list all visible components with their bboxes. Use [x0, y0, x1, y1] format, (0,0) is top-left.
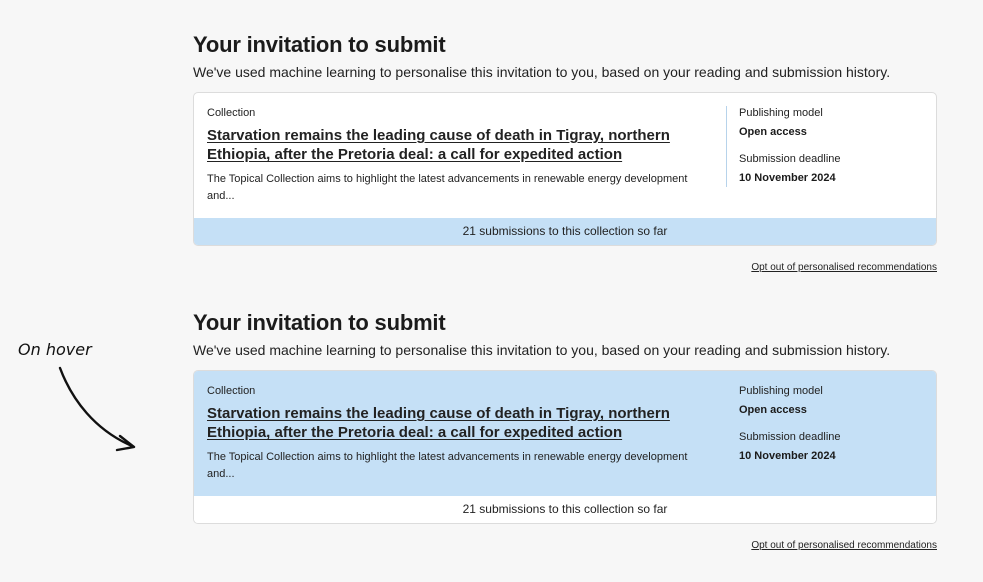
collection-description: The Topical Collection aims to highlight…: [207, 173, 688, 202]
card-body[interactable]: Collection Starvation remains the leadin…: [194, 93, 936, 218]
card-divider: [726, 106, 727, 187]
section-heading: Your invitation to submit: [193, 32, 446, 57]
section-heading: Your invitation to submit: [193, 310, 446, 335]
publishing-model-label: Publishing model: [739, 107, 823, 119]
collection-title-link[interactable]: Starvation remains the leading cause of …: [207, 404, 712, 442]
submissions-count-banner: 21 submissions to this collection so far: [194, 496, 936, 523]
submissions-count-banner: 21 submissions to this collection so far: [194, 218, 936, 245]
publishing-model-value: Open access: [739, 404, 807, 416]
invitation-section-hover: Your invitation to submit We've used mac…: [193, 310, 937, 552]
curved-arrow-icon: [58, 366, 136, 452]
submission-deadline-label: Submission deadline: [739, 431, 841, 443]
invitation-card[interactable]: Collection Starvation remains the leadin…: [193, 92, 937, 246]
submission-deadline-value: 10 November 2024: [739, 172, 836, 184]
opt-out-link[interactable]: Opt out of personalised recommendations: [193, 261, 937, 274]
publishing-model-value: Open access: [739, 126, 807, 138]
card-left: Collection Starvation remains the leadin…: [207, 384, 712, 483]
invitation-section-default: Your invitation to submit We've used mac…: [193, 32, 937, 274]
card-kind-label: Collection: [207, 107, 256, 119]
publishing-model-label: Publishing model: [739, 385, 823, 397]
collection-title-link[interactable]: Starvation remains the leading cause of …: [207, 126, 712, 164]
invitation-card-hover[interactable]: Collection Starvation remains the leadin…: [193, 370, 937, 524]
on-hover-annotation: On hover: [18, 340, 92, 359]
section-intro: We've used machine learning to personali…: [193, 64, 891, 80]
submission-deadline-value: 10 November 2024: [739, 450, 836, 462]
card-meta: Publishing model Open access Submission …: [739, 106, 929, 185]
card-meta: Publishing model Open access Submission …: [739, 384, 929, 463]
section-intro: We've used machine learning to personali…: [193, 342, 891, 358]
card-kind-label: Collection: [207, 385, 256, 397]
card-body[interactable]: Collection Starvation remains the leadin…: [194, 371, 936, 496]
opt-out-link[interactable]: Opt out of personalised recommendations: [193, 539, 937, 552]
card-left: Collection Starvation remains the leadin…: [207, 106, 712, 205]
submission-deadline-label: Submission deadline: [739, 153, 841, 165]
collection-description: The Topical Collection aims to highlight…: [207, 451, 688, 480]
